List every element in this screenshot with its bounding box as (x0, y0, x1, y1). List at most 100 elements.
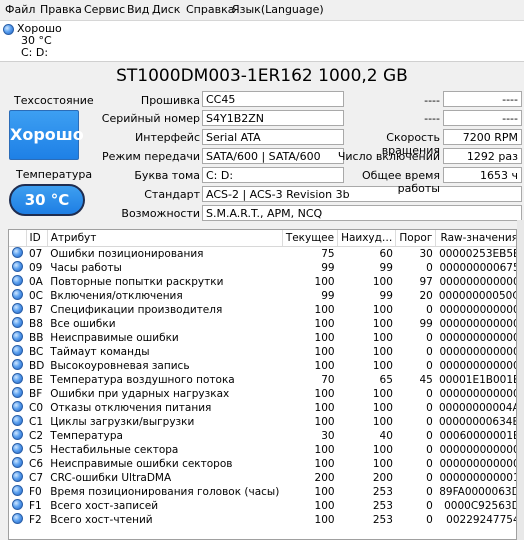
window-scrollbar[interactable] (517, 220, 524, 540)
cell-current: 100 (314, 388, 335, 400)
cell-raw: 00060000001E (439, 430, 517, 442)
menu-view[interactable]: Вид (127, 3, 149, 16)
cell-attribute: Все ошибки (50, 318, 116, 330)
temperature-value: 30 °C (9, 184, 85, 216)
table-row-status-cell (9, 261, 26, 275)
cell-worst: 65 (379, 374, 393, 386)
table-row[interactable]: F0 Время позиционирования головок (часы) 1… (9, 485, 516, 499)
status-good-icon (12, 499, 23, 510)
status-good-icon (12, 317, 23, 328)
cell-attribute: Нестабильные сектора (50, 444, 179, 456)
table-row[interactable]: F2 Всего хост-чтений 100 253 0 00229247754 (9, 513, 516, 527)
table-row[interactable]: 0C Включения/отключения 99 99 20 00000000050C (9, 289, 516, 303)
table-row[interactable]: C0 Отказы отключения питания 100 100 0 000000… (9, 401, 517, 415)
table-row[interactable]: BB Неисправимые ошибки 100 100 0 000000000000 (9, 331, 516, 345)
cell-attribute: Температура (50, 430, 123, 442)
cell-id: F2 (29, 514, 42, 526)
table-row-status-cell (9, 443, 26, 457)
menu-edit[interactable]: Правка (40, 3, 82, 16)
cell-attribute: Время позиционирования головок (часы) (50, 486, 280, 498)
cell-id: B8 (29, 318, 43, 330)
table-row[interactable]: C2 Температура 30 40 0 00060000001E (9, 429, 517, 443)
cell-current: 100 (314, 402, 335, 414)
cell-threshold: 0 (426, 458, 433, 470)
cell-attribute: Всего хост-чтений (50, 514, 153, 526)
drive-selector[interactable]: Хорошо 30 °C C: D: (0, 21, 524, 62)
cell-id: C0 (29, 402, 44, 414)
table-row[interactable]: BE Температура воздушного потока 70 65 45 000… (9, 373, 516, 387)
cell-current: 100 (314, 332, 335, 344)
menu-service[interactable]: Сервис (84, 3, 125, 16)
health-label: Техсостояние (14, 94, 94, 107)
header-worst[interactable]: Наихуд… (337, 230, 397, 247)
cell-threshold: 0 (426, 514, 433, 526)
table-row[interactable]: BF Ошибки при ударных нагрузках 100 100 0 000… (9, 387, 516, 401)
table-row[interactable]: 07 Ошибки позиционирования 75 60 30 00000253E… (9, 247, 516, 262)
status-good-icon (12, 429, 23, 440)
cell-worst: 200 (372, 472, 393, 484)
table-row[interactable]: BC Таймаут команды 100 100 0 000000000000 (9, 345, 516, 359)
cell-threshold: 45 (419, 374, 433, 386)
cell-current: 99 (321, 290, 335, 302)
cell-worst: 99 (379, 262, 393, 274)
cell-raw: 00000000004A (439, 402, 517, 414)
cell-id: C7 (29, 472, 44, 484)
status-good-icon (12, 359, 23, 370)
table-row[interactable]: C1 Циклы загрузки/выгрузки 100 100 0 00000000… (9, 415, 516, 429)
cell-worst: 253 (372, 486, 393, 498)
table-row-status-cell (9, 499, 26, 513)
table-row-status-cell (9, 471, 26, 485)
header-status (9, 230, 27, 247)
cell-id: 0A (29, 276, 43, 288)
cell-current: 100 (314, 514, 335, 526)
cell-worst: 253 (372, 500, 393, 512)
cell-attribute: Высокоуровневая запись (50, 360, 190, 372)
cell-attribute: CRC-ошибки UltraDMA (50, 472, 172, 484)
cell-attribute: Ошибки позиционирования (50, 248, 204, 260)
menu-file[interactable]: Файл (5, 3, 35, 16)
cell-worst: 100 (372, 360, 393, 372)
cell-attribute: Неисправимые ошибки секторов (50, 458, 233, 470)
cell-id: F0 (29, 486, 42, 498)
table-row[interactable]: C7 CRC-ошибки UltraDMA 200 200 0 000000000001 (9, 471, 516, 485)
header-current[interactable]: Текущее (282, 230, 339, 247)
table-row[interactable]: C5 Нестабильные сектора 100 100 0 00000000000… (9, 443, 516, 457)
cell-current: 100 (314, 486, 335, 498)
table-row[interactable]: 0A Повторные попытки раскрутки 100 100 97 000… (9, 275, 516, 289)
table-row[interactable]: 09 Часы работы 99 99 0 000000000675 (9, 261, 516, 275)
cell-id: 09 (29, 262, 43, 274)
status-good-icon (12, 513, 23, 524)
header-threshold[interactable]: Порог (395, 230, 437, 247)
cell-id: F1 (29, 500, 42, 512)
cell-current: 99 (321, 262, 335, 274)
table-row-status-cell (9, 387, 26, 401)
cell-threshold: 97 (419, 276, 433, 288)
header-id[interactable]: ID (26, 230, 48, 247)
cell-attribute: Неисправимые ошибки (50, 332, 179, 344)
cell-worst: 60 (379, 248, 393, 260)
table-row-status-cell (9, 247, 26, 262)
header-raw[interactable]: Raw-значения (435, 230, 516, 247)
cell-threshold: 0 (426, 500, 433, 512)
table-row[interactable]: BD Высокоуровневая запись 100 100 0 000000000… (9, 359, 516, 373)
status-good-icon (12, 331, 23, 342)
health-status-button[interactable]: Хорошо (9, 110, 84, 160)
header-attribute[interactable]: Атрибут (47, 230, 283, 247)
cell-id: BE (29, 374, 43, 386)
table-row[interactable]: F1 Всего хост-записей 100 253 0 0000C92563D (9, 499, 516, 513)
cell-id: BF (29, 388, 43, 400)
cell-attribute: Отказы отключения питания (50, 402, 212, 414)
rotation-speed-field: 7200 RPM (443, 129, 522, 145)
serial-field: S4Y1B2ZN (202, 110, 344, 126)
features-field: S.M.A.R.T., APM, NCQ (202, 205, 522, 221)
menu-language[interactable]: Язык(Language) (232, 3, 324, 16)
menu-disk[interactable]: Диск (152, 3, 180, 16)
table-row[interactable]: B7 Спецификации производителя 100 100 0 00000… (9, 303, 516, 317)
cell-threshold: 0 (426, 472, 433, 484)
menu-help[interactable]: Справка (186, 3, 234, 16)
smart-attributes-table[interactable]: ID Атрибут Текущее Наихуд… Порог Raw-зна… (8, 229, 517, 540)
status-good-icon (12, 289, 23, 300)
table-row[interactable]: B8 Все ошибки 100 100 99 000000000000 (9, 317, 516, 331)
menu-bar: Файл Правка Сервис Вид Диск Справка Язык… (0, 0, 524, 21)
table-row[interactable]: C6 Неисправимые ошибки секторов 100 100 0 000… (9, 457, 516, 471)
